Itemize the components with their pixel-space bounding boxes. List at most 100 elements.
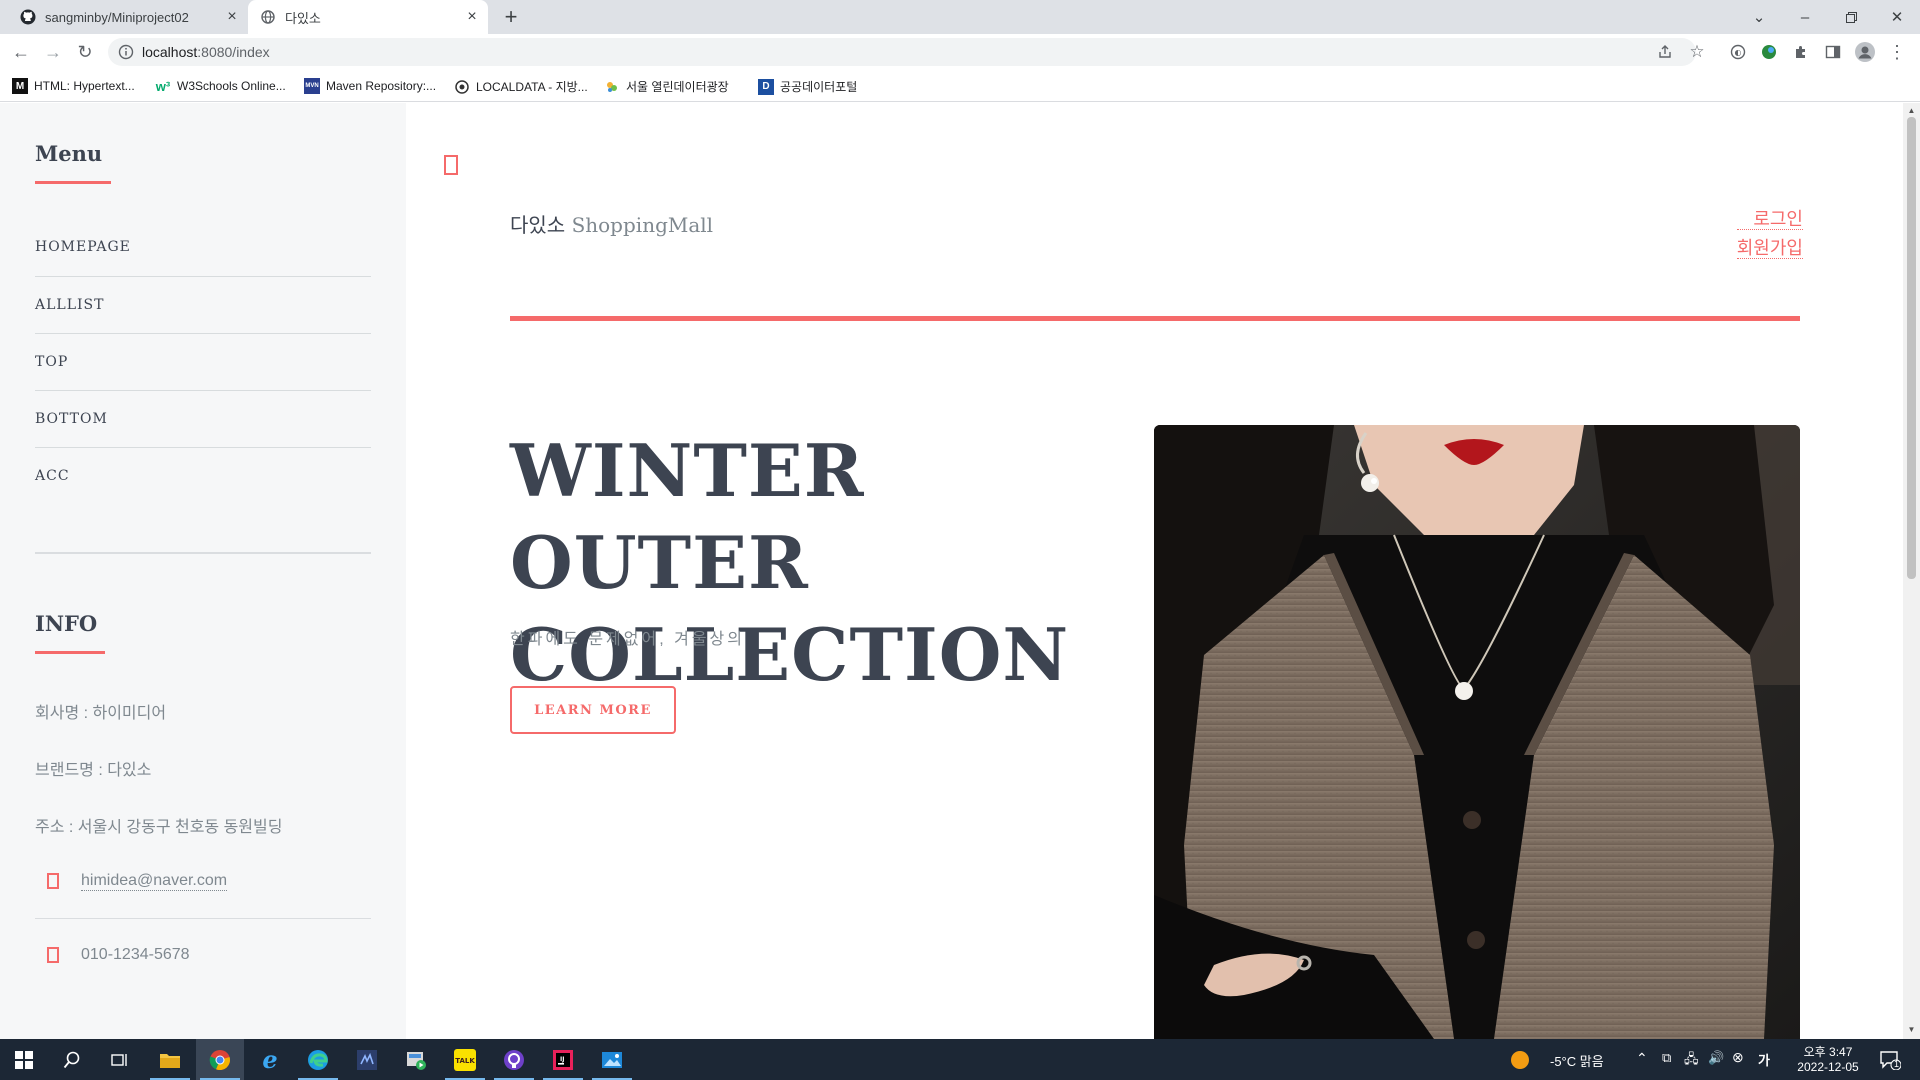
task-view-icon[interactable]: [96, 1039, 144, 1080]
back-icon[interactable]: ←: [9, 40, 33, 64]
scrollbar-thumb[interactable]: [1907, 117, 1916, 579]
email-link[interactable]: himidea@naver.com: [81, 872, 228, 891]
hero-image: [1154, 425, 1800, 1039]
sidebar-toggle-icon[interactable]: [444, 155, 458, 175]
extension-icon[interactable]: ◐: [1726, 40, 1750, 64]
file-explorer-icon[interactable]: [146, 1039, 194, 1080]
media-player-icon[interactable]: [392, 1039, 440, 1080]
clock-time[interactable]: 오후 3:47: [1796, 1043, 1860, 1060]
notification-count: 1: [1894, 1059, 1900, 1069]
chrome-icon[interactable]: [196, 1039, 244, 1080]
learn-more-button[interactable]: LEARN MORE: [510, 686, 676, 734]
info-heading-underline: [35, 651, 105, 654]
bookmarks-bar: M HTML: Hypertext... w³ W3Schools Online…: [0, 70, 1920, 102]
site-info-icon[interactable]: [118, 44, 134, 65]
page-scrollbar[interactable]: ▲ ▼: [1903, 103, 1920, 1039]
contact-email: himidea@naver.com: [35, 845, 371, 917]
scroll-down-arrow-icon[interactable]: ▼: [1907, 1025, 1916, 1034]
share-icon[interactable]: [1656, 43, 1674, 61]
info-heading: INFO: [35, 611, 98, 636]
bookmark-mdn[interactable]: M HTML: Hypertext...: [12, 78, 135, 94]
menu-heading: Menu: [35, 141, 103, 166]
minimize-button[interactable]: –: [1782, 0, 1828, 34]
new-tab-button[interactable]: +: [498, 4, 524, 30]
header-links: 로그인 회원가입: [1736, 209, 1803, 267]
extensions-puzzle-icon[interactable]: [1789, 40, 1813, 64]
restore-button[interactable]: [1828, 0, 1874, 34]
search-icon[interactable]: [48, 1039, 96, 1080]
close-window-button[interactable]: ✕: [1874, 0, 1920, 34]
edge-icon[interactable]: [294, 1039, 342, 1080]
clock-date[interactable]: 2022-12-05: [1796, 1060, 1860, 1074]
tray-chevron-up-icon[interactable]: ⌃: [1636, 1050, 1648, 1067]
globe-extension-icon[interactable]: [1757, 40, 1781, 64]
nav-item-bottom[interactable]: BOTTOM: [35, 390, 371, 447]
reload-icon[interactable]: ↻: [73, 40, 97, 64]
seoul-icon: [604, 79, 620, 95]
tab-active[interactable]: 다있소 ×: [248, 0, 488, 34]
login-link[interactable]: 로그인: [1736, 209, 1803, 230]
forward-icon[interactable]: →: [41, 40, 65, 64]
model-photo-illustration: [1154, 425, 1800, 1039]
notification-center-icon[interactable]: 1: [1870, 1039, 1910, 1080]
svg-text:IJ: IJ: [560, 1056, 564, 1063]
localdata-icon: [454, 79, 470, 95]
tab-title: 다있소: [285, 10, 321, 26]
address-bar[interactable]: localhost:8080/index ☆: [108, 38, 1705, 66]
nav-item-top[interactable]: TOP: [35, 333, 371, 390]
phone-icon: [47, 946, 59, 963]
volume-icon[interactable]: 🔊: [1708, 1050, 1724, 1066]
windows-start-icon[interactable]: [0, 1039, 48, 1080]
browser-tab-strip: sangminby/Miniproject02 × 다있소 × + ⌄ – ✕: [0, 0, 1920, 34]
nav-item-acc[interactable]: ACC: [35, 447, 371, 504]
tab-github[interactable]: sangminby/Miniproject02 ×: [8, 0, 248, 34]
header-divider: [510, 316, 1800, 321]
maven-icon: MVN: [304, 78, 320, 94]
github-icon: [20, 9, 36, 25]
data-portal-icon: D: [758, 78, 774, 95]
url-text: localhost:8080/index: [142, 44, 270, 60]
close-tab-icon[interactable]: ×: [464, 9, 480, 25]
tray-app-icon[interactable]: ⧉: [1662, 1050, 1671, 1066]
intellij-icon[interactable]: IJ: [539, 1039, 587, 1080]
bookmark-seoul-data[interactable]: 서울 열린데이터광장: [604, 78, 729, 95]
github-desktop-icon[interactable]: [490, 1039, 538, 1080]
signup-link[interactable]: 회원가입: [1736, 238, 1803, 259]
nav-item-homepage[interactable]: HOMEPAGE: [35, 219, 371, 276]
phone-number: 010-1234-5678: [81, 945, 190, 963]
bookmark-localdata[interactable]: LOCALDATA - 지방...: [454, 78, 588, 95]
photos-icon[interactable]: [588, 1039, 636, 1080]
weather-sun-icon[interactable]: [1506, 1039, 1534, 1080]
tab-search-icon[interactable]: ⌄: [1736, 0, 1782, 34]
nav-item-alllist[interactable]: ALLLIST: [35, 276, 371, 333]
globe-icon: [260, 9, 276, 25]
contact-phone: 010-1234-5678: [35, 918, 371, 990]
hero-title: WINTER OUTER COLLECTION: [510, 428, 1070, 697]
windows-taskbar: e TALK IJ -5°C 맑음 ⌃ ⧉ 🖧 🔊 ⊗ 가 오후 3:47 20…: [0, 1039, 1920, 1080]
bookmark-data-portal[interactable]: D 공공데이터포털: [758, 78, 857, 95]
bookmark-w3schools[interactable]: w³ W3Schools Online...: [155, 78, 286, 94]
svg-text:TALK: TALK: [455, 1057, 475, 1065]
svg-text:◐: ◐: [1735, 48, 1742, 57]
scroll-up-arrow-icon[interactable]: ▲: [1907, 106, 1916, 115]
menu-kebab-icon[interactable]: ⋮: [1885, 40, 1909, 64]
internet-explorer-icon[interactable]: e: [246, 1039, 294, 1080]
sidebar-divider: [35, 552, 371, 554]
network-icon[interactable]: 🖧: [1684, 1050, 1699, 1072]
tray-blocked-icon[interactable]: ⊗: [1732, 1049, 1744, 1066]
profile-avatar-icon[interactable]: [1853, 40, 1877, 64]
close-tab-icon[interactable]: ×: [224, 9, 240, 25]
site-logo[interactable]: 다있소 ShoppingMall: [510, 209, 713, 238]
bookmark-star-icon[interactable]: ☆: [1688, 42, 1706, 61]
bookmark-maven[interactable]: MVN Maven Repository:...: [304, 78, 436, 94]
menu-heading-underline: [35, 181, 111, 184]
ide-icon[interactable]: [343, 1039, 391, 1080]
side-panel-icon[interactable]: [1821, 40, 1845, 64]
sidebar: Menu HOMEPAGE ALLLIST TOP BOTTOM ACC INF…: [0, 103, 406, 1039]
browser-toolbar: ← → ↻ localhost:8080/index ☆ ◐ ⋮: [0, 34, 1920, 70]
company-name: 회사명 : 하이미디어: [35, 705, 167, 722]
kakaotalk-icon[interactable]: TALK: [441, 1039, 489, 1080]
envelope-icon: [47, 873, 59, 889]
weather-text[interactable]: -5°C 맑음: [1550, 1051, 1604, 1070]
ime-korean-icon[interactable]: 가: [1758, 1050, 1770, 1069]
